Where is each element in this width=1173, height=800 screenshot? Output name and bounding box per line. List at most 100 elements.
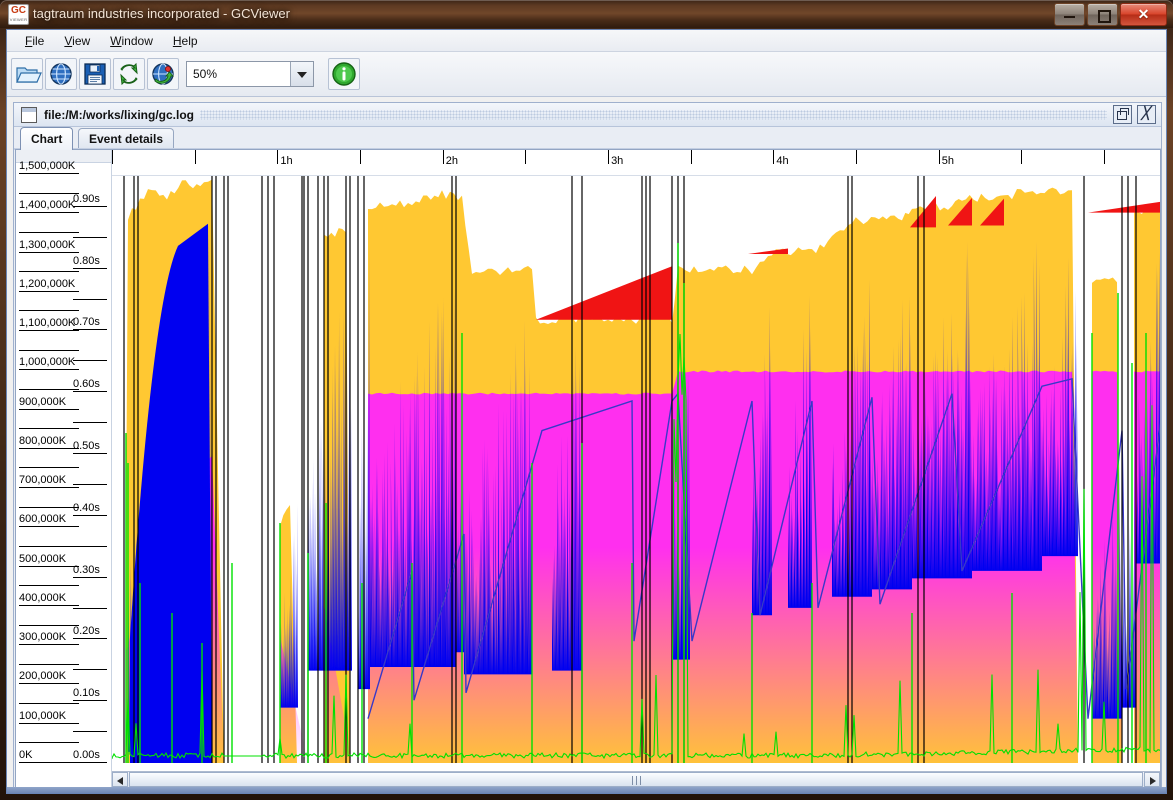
tab-chart[interactable]: Chart	[20, 127, 73, 150]
memory-minor-tick	[19, 585, 79, 586]
memory-minor-tick	[19, 703, 79, 704]
close-icon: ✕	[1121, 5, 1166, 24]
pause-minor-tick	[73, 299, 107, 300]
time-minor-tick	[112, 150, 113, 164]
menu-view-mnemonic: V	[64, 34, 72, 48]
memory-tick-label: 0K	[19, 749, 32, 762]
tab-bar: Chart Event details	[14, 127, 1161, 149]
pause-minor-tick	[73, 731, 107, 732]
window-title: tagtraum industries incorporated - GCVie…	[33, 5, 290, 23]
pause-tick-label: 0.30s	[73, 564, 100, 577]
toolbar: 50%	[7, 52, 1166, 97]
time-minor-tick	[525, 150, 526, 164]
menu-file[interactable]: File	[15, 32, 54, 50]
document-icon	[21, 107, 37, 123]
tab-event-details[interactable]: Event details	[78, 128, 174, 149]
menu-window-mnemonic: W	[110, 34, 121, 48]
menu-help[interactable]: Help	[163, 32, 208, 50]
time-tick-label: 1h	[277, 155, 292, 167]
menu-file-rest: ile	[32, 34, 44, 48]
memory-tick-label: 1,400,000K	[19, 199, 75, 212]
time-minor-tick	[1104, 150, 1105, 164]
memory-tick-label: 900,000K	[19, 396, 66, 409]
pause-minor-tick	[73, 608, 107, 609]
pause-tick-label: 0.80s	[73, 255, 100, 268]
pause-tick-label: 0.90s	[73, 193, 100, 206]
scroll-left-button[interactable]	[112, 772, 128, 787]
document-frame-titlebar[interactable]: file:/M:/works/lixing/gc.log ╳	[14, 103, 1161, 127]
memory-tick-label: 1,200,000K	[19, 278, 75, 291]
time-minor-tick	[1021, 150, 1022, 164]
refresh-arrows-icon	[114, 59, 144, 89]
x-axis-time: 1h2h3h4h5h	[112, 150, 1160, 176]
memory-minor-tick	[19, 507, 79, 508]
memory-minor-tick	[19, 625, 79, 626]
memory-minor-tick	[19, 428, 79, 429]
pause-minor-tick	[73, 237, 107, 238]
plot-area[interactable]	[112, 163, 1160, 774]
frame-restore-button[interactable]	[1113, 105, 1132, 124]
time-minor-tick	[856, 150, 857, 164]
export-button[interactable]	[79, 58, 111, 90]
pause-minor-tick	[73, 546, 107, 547]
memory-tick-label: 1,300,000K	[19, 239, 75, 252]
menu-help-mnemonic: H	[173, 34, 182, 48]
memory-minor-tick	[19, 310, 79, 311]
chevron-down-icon[interactable]	[290, 62, 313, 86]
application-window: GC VIEWER tagtraum industries incorporat…	[0, 0, 1173, 800]
time-tick-label: 2h	[443, 155, 458, 167]
open-folder-icon	[12, 59, 42, 89]
memory-minor-tick	[19, 232, 79, 233]
scroll-thumb[interactable]	[129, 772, 1143, 787]
memory-tick-label: 500,000K	[19, 553, 66, 566]
floppy-disk-icon	[80, 59, 110, 89]
about-button[interactable]	[328, 58, 360, 90]
scroll-thumb-grip	[632, 776, 641, 785]
maximize-icon	[1098, 10, 1111, 23]
close-icon: ╳	[1138, 106, 1153, 121]
document-frame: file:/M:/works/lixing/gc.log ╳ Chart Eve…	[13, 102, 1162, 789]
memory-minor-tick	[19, 742, 79, 743]
time-minor-tick	[195, 150, 196, 164]
pause-tick-label: 0.00s	[73, 749, 100, 762]
menu-view[interactable]: View	[54, 32, 100, 50]
menu-window-rest: indow	[122, 34, 153, 48]
memory-minor-tick	[19, 389, 79, 390]
tab-event-details-label: Event details	[89, 132, 163, 146]
scroll-right-button[interactable]	[1144, 772, 1160, 787]
time-minor-tick	[691, 150, 692, 164]
refresh-button[interactable]	[113, 58, 145, 90]
close-button[interactable]: ✕	[1120, 3, 1167, 26]
horizontal-scrollbar[interactable]	[112, 771, 1160, 787]
gcviewer-icon-bottom-text: VIEWER	[9, 16, 28, 24]
pause-minor-tick	[73, 422, 107, 423]
zoom-combobox[interactable]: 50%	[186, 61, 314, 87]
pause-tick-label: 0.60s	[73, 378, 100, 391]
minimize-icon	[1064, 16, 1075, 18]
frame-close-button[interactable]: ╳	[1137, 105, 1156, 124]
globe-refresh-icon	[148, 59, 178, 89]
gc-chart-svg	[112, 163, 1160, 763]
menu-view-rest: iew	[72, 34, 90, 48]
maximize-button[interactable]	[1087, 3, 1118, 26]
pause-minor-tick	[73, 360, 107, 361]
open-file-button[interactable]	[11, 58, 43, 90]
plot-container: 1h2h3h4h5h	[112, 150, 1160, 787]
open-url-button[interactable]	[45, 58, 77, 90]
pause-tick-label: 0.70s	[73, 316, 100, 329]
chart-panel[interactable]: 0K100,000K200,000K300,000K400,000K500,00…	[15, 149, 1161, 788]
memory-tick-label: 600,000K	[19, 513, 66, 526]
memory-tick-label: 200,000K	[19, 670, 66, 683]
memory-minor-tick	[19, 467, 79, 468]
menu-window[interactable]: Window	[100, 32, 163, 50]
minimize-button[interactable]	[1054, 3, 1085, 26]
watch-button[interactable]	[147, 58, 179, 90]
title-bar[interactable]: GC VIEWER tagtraum industries incorporat…	[0, 0, 1173, 28]
memory-minor-tick	[19, 664, 79, 665]
memory-minor-tick	[19, 350, 79, 351]
menu-help-rest: elp	[182, 34, 198, 48]
memory-tick-label: 300,000K	[19, 631, 66, 644]
pause-minor-tick	[73, 484, 107, 485]
memory-minor-tick	[19, 546, 79, 547]
status-bar	[7, 787, 1166, 793]
